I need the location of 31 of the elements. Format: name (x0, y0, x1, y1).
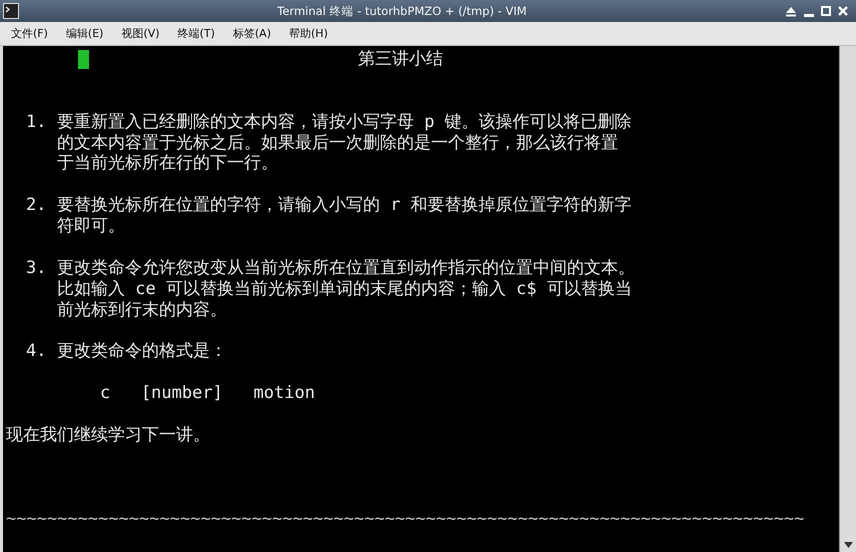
menu-item[interactable]: 标签(A) (230, 24, 274, 43)
tutorial-line: 要替换光标所在位置的字符，请输入小写的 r 和要替换掉原位置字符的新字 (57, 195, 632, 216)
menu-item[interactable]: 帮助(H) (286, 24, 331, 43)
tutorial-line: 比如输入 ce 可以替换当前光标到单词的末尾的内容；输入 c$ 可以替换当 (57, 278, 632, 300)
menu-item[interactable]: 文件(F) (8, 24, 51, 43)
tutorial-line: 的文本内容置于光标之后。如果最后一次删除的是一个整行，那么该行将置 (57, 132, 618, 154)
tutorial-line: 要重新置入已经删除的文本内容，请按小写字母 p 键。该操作可以将已删除 (57, 112, 632, 133)
tutorial-line: 现在我们继续学习下一讲。 (6, 425, 210, 446)
empty-line-markers: ~~~~~~~~~~~~~~~~~~~~~~~~~~~~~~~~~~~~~~~~~~~~~~~~~~~~~~~~~~~~~~~~~~~~~~~~~~~~~~ (6, 508, 804, 530)
tutorial-line: 更改类命令的格式是： (57, 341, 227, 362)
shade-icon[interactable] (785, 6, 797, 16)
menu-item[interactable]: 视图(V) (118, 24, 163, 43)
terminal-icon (3, 3, 19, 19)
scrollbar[interactable] (839, 46, 856, 552)
tutorial-line: 更改类命令允许您改变从当前光标所在位置直到动作指示的位置中间的文本。 (57, 258, 635, 279)
text-cursor (78, 50, 89, 69)
tutorial-heading: 第三讲小结 (358, 49, 443, 70)
item-number: 3. (26, 258, 48, 279)
tutorial-line: 符即可。 (57, 216, 125, 238)
item-number: 2. (26, 195, 48, 216)
window-title: Terminal 终端 - tutorhbPMZO + (/tmp) - VIM (276, 4, 528, 18)
tutorial-line: 前光标到行末的内容。 (57, 300, 227, 321)
scroll-down-icon[interactable] (844, 542, 852, 548)
maximize-icon[interactable] (821, 6, 831, 16)
menu-item[interactable]: 编辑(E) (62, 24, 106, 43)
close-icon[interactable] (838, 6, 848, 16)
tutorial-line: 于当前光标所在行的下一行。 (57, 153, 278, 174)
menu-item[interactable]: 终端(T) (174, 24, 218, 43)
command-syntax: c [number] motion (100, 383, 315, 404)
item-number: 4. (26, 341, 48, 362)
item-number: 1. (26, 112, 48, 133)
